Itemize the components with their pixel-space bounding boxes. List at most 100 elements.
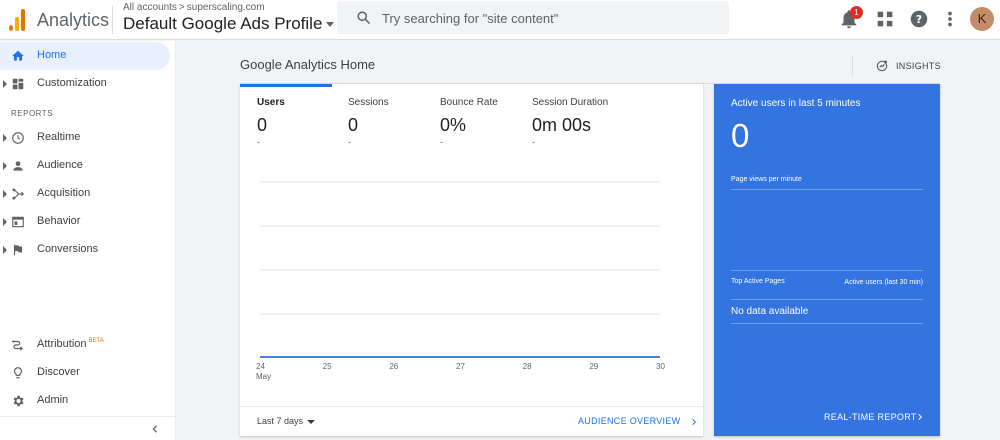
- page-views-label: Page views per minute: [731, 176, 802, 183]
- clock-icon: [12, 132, 24, 144]
- sidebar-item-label: Discover: [37, 366, 80, 378]
- sidebar-item-label: Customization: [37, 77, 107, 89]
- metric-tab-sessions[interactable]: Sessions 0 -: [348, 97, 389, 147]
- chevron-right-icon: [692, 418, 697, 425]
- x-tick-label: 26: [389, 362, 398, 371]
- expand-arrow-icon: [3, 190, 7, 198]
- divider: [731, 323, 923, 324]
- date-range-selector[interactable]: Last 7 days: [257, 416, 316, 426]
- reports-section-label: REPORTS: [11, 109, 54, 118]
- metric-label: Users: [257, 97, 285, 108]
- sidebar-item-attribution[interactable]: Attribution BETA: [0, 331, 170, 359]
- card-footer: Last 7 days AUDIENCE OVERVIEW: [240, 406, 703, 436]
- metric-value: 0: [257, 115, 268, 135]
- sidebar-item-conversions[interactable]: Conversions: [0, 236, 170, 264]
- x-tick-label: 30: [656, 362, 665, 371]
- divider: [731, 189, 923, 190]
- dashboard-icon: [12, 78, 24, 90]
- x-tick-label: 27: [456, 362, 465, 371]
- metric-change: -: [348, 137, 351, 147]
- person-icon: [13, 161, 23, 171]
- sidebar-item-label: Behavior: [37, 215, 81, 227]
- sidebar-item-label: Acquisition: [37, 187, 91, 199]
- apps-grid-icon[interactable]: [874, 8, 896, 30]
- gear-icon: [13, 395, 24, 407]
- top-bar: Analytics All accounts > superscaling.com …: [0, 0, 1000, 40]
- sidebar-item-label: Audience: [37, 159, 83, 171]
- insights-label: INSIGHTS: [896, 61, 941, 71]
- flag-icon: [13, 244, 23, 256]
- sidebar-item-label: Conversions: [37, 243, 99, 255]
- breadcrumb[interactable]: All accounts > superscaling.com: [123, 2, 265, 13]
- expand-arrow-icon: [3, 134, 7, 142]
- attribution-label: Attribution: [37, 338, 87, 350]
- breadcrumb-root: All accounts: [123, 2, 177, 13]
- caret-down-icon: [326, 22, 335, 28]
- breadcrumb-separator: >: [178, 2, 185, 13]
- collapse-sidebar-button[interactable]: [0, 416, 176, 440]
- page-title: Google Analytics Home: [240, 57, 376, 72]
- sidebar-item-audience[interactable]: Audience: [0, 152, 170, 180]
- behavior-icon: [12, 216, 24, 228]
- x-month-label: May: [256, 372, 271, 381]
- realtime-report-label: REAL-TIME REPORT: [824, 412, 917, 422]
- sidebar-item-label: Home: [37, 49, 67, 61]
- help-icon[interactable]: ?: [908, 8, 930, 30]
- insights-button[interactable]: INSIGHTS: [852, 55, 941, 77]
- app-name[interactable]: Analytics: [37, 10, 109, 31]
- sidebar: Home Customization REPORTS Realtime Audi…: [0, 41, 176, 440]
- chevron-right-icon: [918, 413, 923, 421]
- profile-selector[interactable]: Default Google Ads Profile: [123, 14, 335, 34]
- insights-icon: [876, 60, 888, 72]
- analytics-logo-icon[interactable]: [9, 9, 25, 31]
- realtime-card: Active users in last 5 minutes 0 Page vi…: [714, 84, 940, 436]
- sidebar-item-customization[interactable]: Customization: [0, 70, 170, 98]
- divider: [731, 270, 923, 271]
- selected-metric-indicator: [240, 84, 332, 87]
- metric-change: -: [532, 137, 535, 147]
- sidebar-item-label: Attribution BETA: [37, 338, 104, 350]
- active-users-count: 0: [731, 117, 750, 154]
- sidebar-item-admin[interactable]: Admin: [0, 387, 170, 415]
- sidebar-item-behavior[interactable]: Behavior: [0, 208, 170, 236]
- svg-text:?: ?: [916, 13, 922, 26]
- metric-tab-users[interactable]: Users 0 -: [257, 97, 285, 147]
- profile-name: Default Google Ads Profile: [123, 14, 323, 33]
- no-data-message: No data available: [731, 306, 809, 317]
- search-input[interactable]: [382, 8, 712, 28]
- search-bar[interactable]: [337, 1, 729, 34]
- date-range-label: Last 7 days: [257, 416, 304, 426]
- top-active-pages-header: Top Active Pages: [731, 278, 785, 285]
- beta-badge: BETA: [88, 338, 104, 344]
- expand-arrow-icon: [3, 218, 7, 226]
- audience-overview-label: AUDIENCE OVERVIEW: [578, 416, 681, 426]
- lightbulb-icon: [13, 367, 23, 379]
- metric-tab-session-duration[interactable]: Session Duration 0m 00s -: [532, 97, 608, 147]
- sidebar-item-discover[interactable]: Discover: [0, 359, 170, 387]
- metric-value: 0: [348, 115, 359, 135]
- more-vert-icon[interactable]: [939, 8, 961, 30]
- x-tick-label: 29: [589, 362, 598, 371]
- search-icon: [357, 11, 370, 24]
- metric-value: 0m 00s: [532, 115, 592, 135]
- metric-label: Sessions: [348, 97, 389, 108]
- chevron-left-icon: [152, 425, 158, 433]
- expand-arrow-icon: [3, 162, 7, 170]
- avatar[interactable]: K: [970, 7, 994, 31]
- x-tick-label: 24: [256, 362, 265, 371]
- overview-card: Users 0 - Sessions 0 - Bounce Rate 0% - …: [240, 84, 703, 436]
- sidebar-item-realtime[interactable]: Realtime: [0, 124, 170, 152]
- sidebar-item-acquisition[interactable]: Acquisition: [0, 180, 170, 208]
- metric-change: -: [257, 137, 260, 147]
- metric-tab-bounce-rate[interactable]: Bounce Rate 0% -: [440, 97, 498, 147]
- metric-label: Bounce Rate: [440, 97, 498, 108]
- header-divider: [112, 6, 113, 34]
- expand-arrow-icon: [3, 80, 7, 88]
- active-users-header: Active users (last 30 min): [844, 279, 923, 286]
- metric-change: -: [440, 137, 443, 147]
- metric-value: 0%: [440, 115, 467, 135]
- x-tick-label: 25: [323, 362, 332, 371]
- sidebar-item-home[interactable]: Home: [0, 42, 170, 70]
- home-icon: [12, 50, 24, 61]
- audience-overview-link[interactable]: AUDIENCE OVERVIEW: [578, 416, 698, 427]
